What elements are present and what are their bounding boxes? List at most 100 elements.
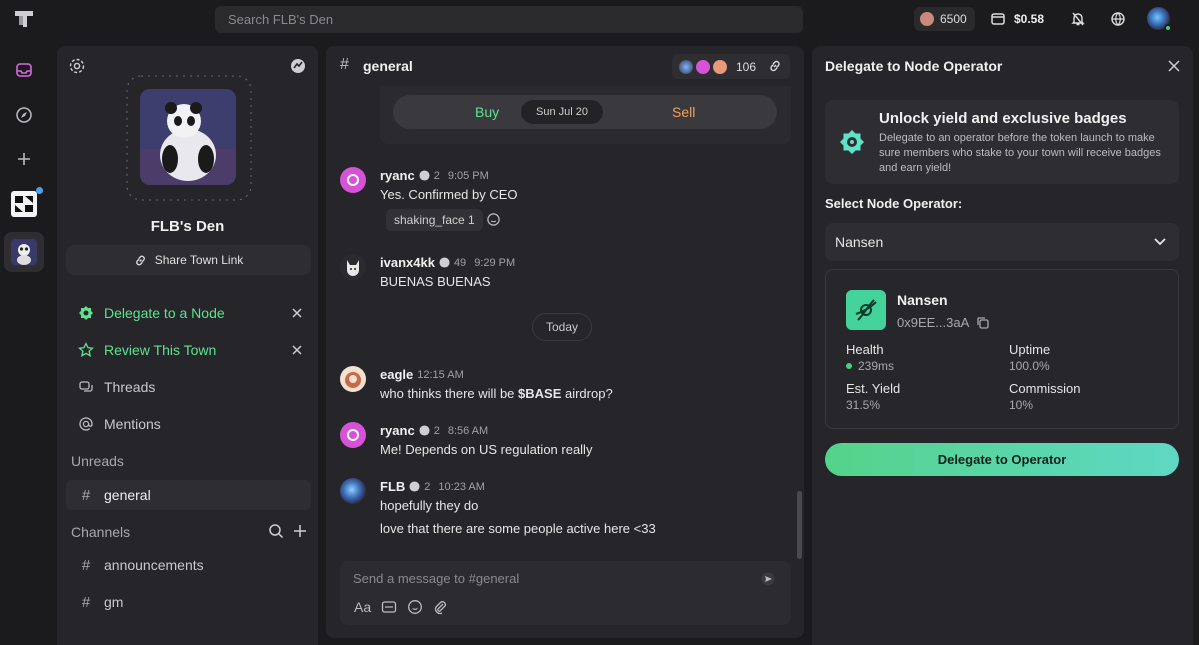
gear-icon[interactable] <box>68 57 86 75</box>
hash-icon: # <box>81 593 91 611</box>
channel-general[interactable]: # general <box>66 480 311 510</box>
town-icon-flbs-den[interactable] <box>4 232 44 272</box>
trade-widget: Buy Sun Jul 20 Sell <box>380 86 791 144</box>
channel-gm[interactable]: # gm <box>66 587 311 617</box>
review-label: Review This Town <box>104 342 217 358</box>
town-name: FLB's Den <box>150 218 225 235</box>
threads-item[interactable]: Threads <box>66 372 311 402</box>
emoji-icon[interactable] <box>407 599 423 615</box>
town-sidebar: FLB's Den Share Town Link Delegate to a … <box>57 46 318 645</box>
add-reaction-icon[interactable] <box>486 212 501 227</box>
username[interactable]: eagle <box>380 367 413 382</box>
user-level: 2 <box>433 169 440 182</box>
today-separator: Today <box>532 313 592 341</box>
timestamp: 9:29 PM <box>474 256 516 269</box>
hash-icon: # <box>81 556 91 574</box>
bell-notifications-button[interactable] <box>1067 8 1089 30</box>
share-label: Share Town Link <box>154 253 244 267</box>
member-avatar <box>696 59 710 74</box>
review-town-item[interactable]: Review This Town <box>66 335 311 365</box>
verified-badge-icon <box>409 481 420 492</box>
message-text: Me! Depends on US regulation really <box>380 442 593 457</box>
channel-header: # general 106 <box>326 46 804 86</box>
star-icon <box>78 342 94 357</box>
avatar[interactable] <box>340 366 366 392</box>
delegate-label: Delegate to a Node <box>104 305 225 321</box>
towns-logo-icon[interactable] <box>12 7 36 31</box>
add-channel-icon[interactable] <box>292 523 308 539</box>
member-avatar <box>679 59 693 74</box>
share-town-link-button[interactable]: Share Town Link <box>66 245 311 275</box>
yield-value: 31.5% <box>846 398 881 412</box>
dismiss-icon[interactable] <box>289 342 305 358</box>
message-text: who thinks there will be $BASE airdrop? <box>380 386 613 401</box>
user-level: 2 <box>424 480 431 493</box>
health-label: Health <box>846 342 884 357</box>
composer-input[interactable]: Send a message to #general <box>353 571 519 586</box>
username[interactable]: ryanc <box>380 168 415 183</box>
mentions-item[interactable]: Mentions <box>66 409 311 439</box>
cashtag[interactable]: $BASE <box>518 386 561 401</box>
plus-icon <box>18 153 30 165</box>
points-badge[interactable]: 6500 <box>914 7 975 31</box>
inbox-icon <box>16 63 32 77</box>
health-value: 239ms <box>858 359 895 373</box>
avatar[interactable] <box>340 167 366 193</box>
status-dot <box>846 363 852 369</box>
format-text-button[interactable]: Aa <box>354 599 371 615</box>
avatar[interactable] <box>340 422 366 448</box>
delegate-to-operator-button[interactable]: Delegate to Operator <box>825 443 1179 476</box>
node-badge-icon <box>840 130 864 154</box>
reaction-chip[interactable]: shaking_face 1 <box>386 209 483 231</box>
gif-icon[interactable] <box>381 600 397 614</box>
verified-badge-icon <box>419 425 430 436</box>
avatar[interactable] <box>340 478 366 504</box>
trade-toggle: Buy Sun Jul 20 Sell <box>393 95 777 129</box>
points-value: 6500 <box>940 12 967 26</box>
town-image <box>140 89 236 185</box>
wallet-balance[interactable]: $0.58 <box>990 7 1044 31</box>
commission-label: Commission <box>1009 381 1081 396</box>
username[interactable]: FLB <box>380 479 405 494</box>
scrollbar[interactable] <box>797 491 802 559</box>
message-text: Yes. Confirmed by CEO <box>380 187 518 202</box>
explore-button[interactable] <box>8 99 40 131</box>
avatar[interactable] <box>340 254 366 280</box>
panda-avatar-icon <box>11 239 37 265</box>
user-avatar[interactable] <box>1147 7 1172 32</box>
operator-select[interactable]: Nansen <box>825 223 1179 261</box>
create-town-button[interactable] <box>8 143 40 175</box>
mentions-label: Mentions <box>104 416 161 432</box>
search-icon[interactable] <box>268 523 284 539</box>
globe-icon <box>1111 12 1125 26</box>
globe-button[interactable] <box>1107 8 1129 30</box>
message: ryanc 2 8:56 AM Me! Depends on US regulat… <box>340 422 790 462</box>
attachment-icon[interactable] <box>433 599 447 615</box>
channel-announcements[interactable]: # announcements <box>66 550 311 580</box>
close-icon[interactable] <box>1167 59 1181 73</box>
text-part: who thinks there will be <box>380 386 519 401</box>
uptime-value: 100.0% <box>1009 359 1050 373</box>
username[interactable]: ivanx4kk <box>380 255 435 270</box>
link-icon[interactable] <box>768 59 782 73</box>
message: ryanc 2 9:05 PM Yes. Confirmed by CEO sha… <box>340 167 790 233</box>
town-icon-other[interactable] <box>8 187 43 220</box>
message-composer[interactable]: Send a message to #general Aa <box>340 561 791 625</box>
username[interactable]: ryanc <box>380 423 415 438</box>
member-avatar <box>713 59 727 74</box>
inbox-button[interactable] <box>8 54 40 86</box>
operator-card: Nansen 0x9EE...3aA Health 239ms Uptime 1… <box>825 269 1179 429</box>
channel-panel: # general 106 Buy Sun Jul 20 Sell ryanc … <box>326 46 804 638</box>
search-input[interactable]: Search FLB's Den <box>215 6 803 33</box>
buy-button[interactable]: Buy <box>475 104 499 120</box>
node-badge-icon <box>79 306 93 320</box>
send-icon[interactable] <box>761 572 775 586</box>
delegate-to-node-item[interactable]: Delegate to a Node <box>66 298 311 328</box>
dismiss-icon[interactable] <box>289 305 305 321</box>
threads-label: Threads <box>104 379 156 395</box>
channel-label: announcements <box>104 557 204 573</box>
sell-button[interactable]: Sell <box>672 104 695 120</box>
copy-icon[interactable] <box>976 316 990 330</box>
stats-dial-icon[interactable] <box>289 57 307 75</box>
link-icon <box>135 255 145 265</box>
